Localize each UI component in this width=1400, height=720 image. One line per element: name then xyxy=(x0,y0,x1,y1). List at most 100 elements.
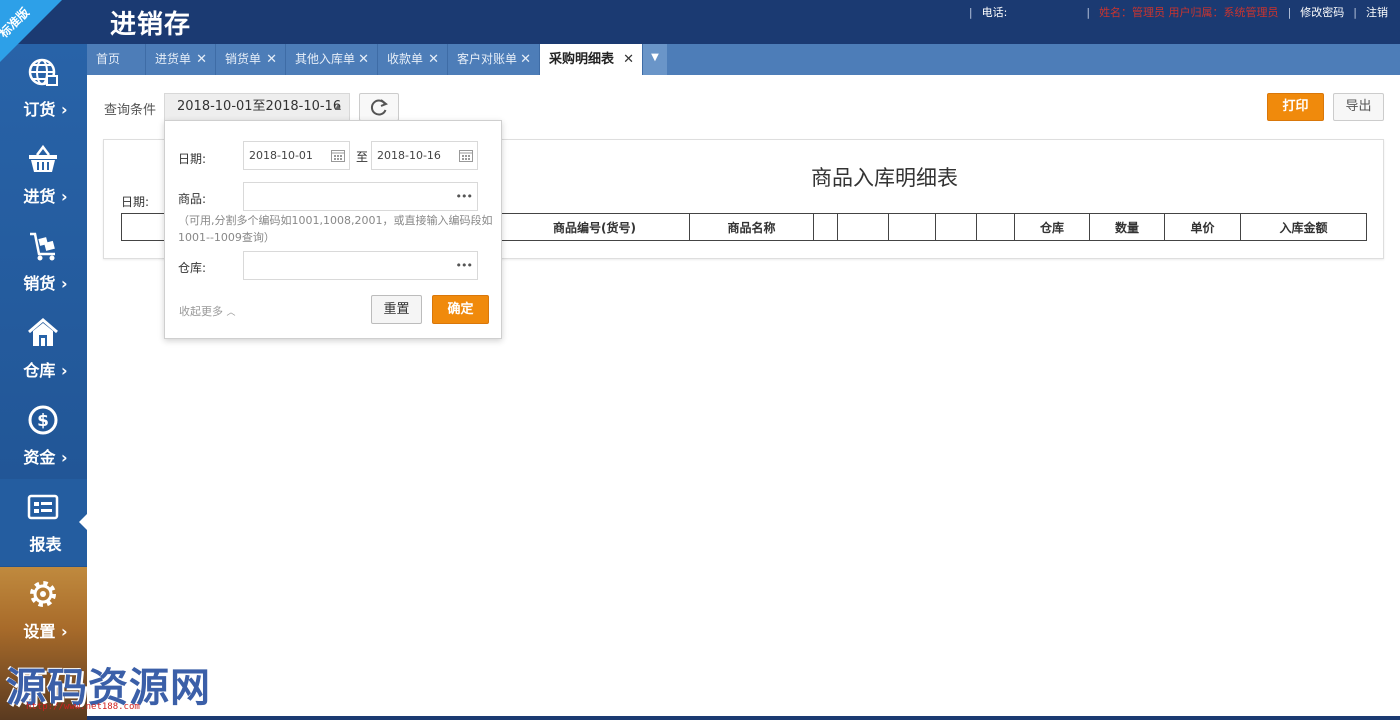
table-header-cell: 入库金额 xyxy=(1240,213,1367,241)
date-from-value: 2018-10-01 xyxy=(249,149,313,162)
close-icon[interactable]: ✕ xyxy=(358,44,369,75)
watermark: 源码资源网 http://www.net188.com xyxy=(6,655,211,713)
chevron-right-icon: › xyxy=(61,274,68,293)
to-label: 至 xyxy=(356,150,369,164)
chevron-right-icon: › xyxy=(61,448,68,467)
sidebar-item-label: 仓库 xyxy=(23,361,56,380)
tab-home[interactable]: 首页 xyxy=(87,44,146,75)
tab-label: 进货单 xyxy=(155,52,192,66)
caret-up-icon: ▲ xyxy=(334,102,341,111)
sidebar-item-settings[interactable]: 设置 › xyxy=(0,566,87,653)
tab-purchase-detail[interactable]: 采购明细表 ✕ xyxy=(540,44,643,75)
sidebar-item-sales[interactable]: 销货 › xyxy=(0,218,87,305)
tab-sales-order[interactable]: 销货单 ✕ xyxy=(216,44,286,75)
close-icon[interactable]: ✕ xyxy=(196,44,207,75)
report-date-label: 日期: xyxy=(121,195,150,209)
table-header-cell xyxy=(935,213,977,241)
export-button[interactable]: 导出 xyxy=(1333,93,1384,121)
product-input[interactable]: ••• xyxy=(243,182,478,211)
confirm-button[interactable]: 确定 xyxy=(432,295,489,324)
calendar-icon[interactable] xyxy=(331,149,345,162)
tab-label: 首页 xyxy=(96,52,121,66)
collapse-more-link[interactable]: 收起更多 ︿ xyxy=(179,303,236,319)
svg-text:$: $ xyxy=(37,411,49,431)
table-header-cell: 商品名称 xyxy=(689,213,814,241)
calendar-icon[interactable] xyxy=(459,149,473,162)
table-header-cell: 数量 xyxy=(1089,213,1165,241)
product-label: 商品: xyxy=(178,192,207,206)
date-from-input[interactable]: 2018-10-01 xyxy=(243,141,350,170)
close-icon[interactable]: ✕ xyxy=(520,44,531,75)
header-separator: | xyxy=(968,5,973,19)
close-icon[interactable]: ✕ xyxy=(623,44,634,75)
refresh-icon xyxy=(370,99,388,116)
chevron-right-icon: › xyxy=(61,361,68,380)
table-header-cell xyxy=(888,213,936,241)
collapse-label: 收起更多 xyxy=(179,305,223,318)
chevron-right-icon: › xyxy=(61,187,68,206)
print-button[interactable]: 打印 xyxy=(1267,93,1324,121)
tab-other-inbound[interactable]: 其他入库单 ✕ xyxy=(286,44,378,75)
date-to-value: 2018-10-16 xyxy=(377,149,441,162)
watermark-url: http://www.net188.com xyxy=(26,702,140,712)
sidebar-item-label: 报表 xyxy=(29,535,62,554)
sidebar-item-label: 销货 xyxy=(23,274,56,293)
cart-icon xyxy=(30,232,55,261)
top-header: 进销存 | 电话: | 姓名：管理员 用户归属：系统管理员 | 修改密码 | 注… xyxy=(0,0,1400,44)
app-title: 进销存 xyxy=(110,10,192,40)
phone-label: 电话: xyxy=(981,6,1008,19)
warehouse-icon xyxy=(28,318,58,346)
tab-label: 客户对账单 xyxy=(457,52,518,66)
dollar-icon: $ xyxy=(28,405,58,435)
more-icon[interactable]: ••• xyxy=(456,183,473,210)
query-label: 查询条件 xyxy=(104,103,157,118)
table-header-cell xyxy=(976,213,1015,241)
product-hint: （可用,分割多个编码如1001,1008,2001，或直接输入编码段如1001-… xyxy=(178,214,493,244)
sidebar-item-label: 资金 xyxy=(23,448,56,467)
chevron-up-icon: ︿ xyxy=(226,308,236,318)
close-icon[interactable]: ✕ xyxy=(266,44,277,75)
sidebar-item-reports[interactable]: 报表 xyxy=(0,479,87,566)
date-range-dropdown[interactable]: 2018-10-01至2018-10-16 ▲ xyxy=(164,93,350,121)
report-icon xyxy=(27,494,59,520)
more-icon[interactable]: ••• xyxy=(456,252,473,279)
user-info: 姓名：管理员 用户归属：系统管理员 xyxy=(1099,6,1279,19)
filter-popup: 日期: 2018-10-01 至 2018-10-16 商品: ••• （可用,… xyxy=(164,120,502,339)
table-header-cell: 单价 xyxy=(1164,213,1241,241)
sidebar-item-purchase[interactable]: 进货 › xyxy=(0,131,87,218)
tab-customer-statement[interactable]: 客户对账单 ✕ xyxy=(448,44,540,75)
reset-button[interactable]: 重置 xyxy=(371,295,422,324)
sidebar-item-label: 进货 xyxy=(23,187,56,206)
tab-label: 采购明细表 xyxy=(549,52,615,67)
sidebar: 订货 › 进货 › 销货 › 仓库 › $ 资金 › 报表 设置 › xyxy=(0,44,87,720)
date-to-input[interactable]: 2018-10-16 xyxy=(371,141,478,170)
chevron-right-icon: › xyxy=(61,100,68,119)
table-header-cell xyxy=(837,213,889,241)
refresh-button[interactable] xyxy=(359,93,399,121)
date-label: 日期: xyxy=(178,152,207,166)
change-password-link[interactable]: 修改密码 xyxy=(1300,4,1344,20)
sidebar-item-warehouse[interactable]: 仓库 › xyxy=(0,305,87,392)
warehouse-label: 仓库: xyxy=(178,261,207,275)
table-header-cell: 商品编号(货号) xyxy=(499,213,690,241)
table-header-cell xyxy=(121,213,167,241)
tab-purchase-order[interactable]: 进货单 ✕ xyxy=(146,44,216,75)
bottom-border xyxy=(87,716,1400,720)
logout-link[interactable]: 注销 xyxy=(1366,4,1388,20)
header-separator: | xyxy=(1287,5,1292,19)
table-header-cell: 仓库 xyxy=(1014,213,1090,241)
sidebar-item-label: 设置 xyxy=(23,622,56,641)
basket-icon xyxy=(29,144,57,172)
warehouse-input[interactable]: ••• xyxy=(243,251,478,280)
tab-label: 收款单 xyxy=(387,52,424,66)
tab-more-button[interactable]: ▼ xyxy=(643,44,667,75)
chevron-right-icon: › xyxy=(61,622,68,641)
table-header-cell xyxy=(813,213,838,241)
header-separator: | xyxy=(1086,5,1091,19)
tab-label: 其他入库单 xyxy=(295,52,356,66)
tab-receipt[interactable]: 收款单 ✕ xyxy=(378,44,448,75)
sidebar-item-funds[interactable]: $ 资金 › xyxy=(0,392,87,479)
header-links: | 电话: | 姓名：管理员 用户归属：系统管理员 | 修改密码 | 注销 xyxy=(960,4,1388,20)
date-range-value: 2018-10-01至2018-10-16 xyxy=(177,99,342,114)
close-icon[interactable]: ✕ xyxy=(428,44,439,75)
